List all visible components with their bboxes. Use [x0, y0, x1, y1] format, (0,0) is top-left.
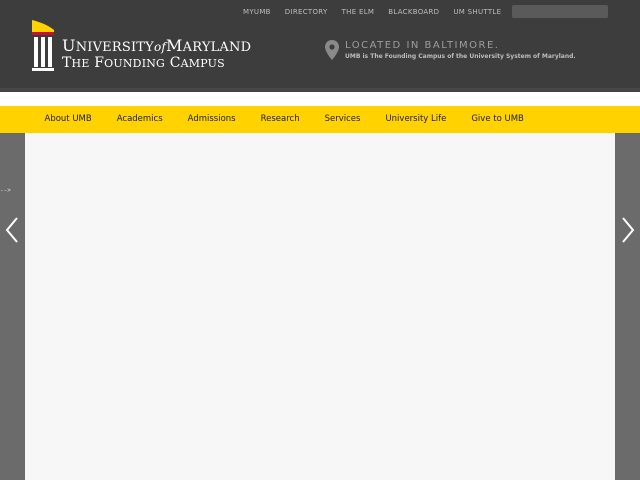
- search-input[interactable]: [512, 5, 608, 18]
- location-block: LOCATED IN BALTIMORE. UMB is The Foundin…: [325, 39, 625, 69]
- logo-tagline: THE FOUNDING CAMPUS: [62, 55, 225, 71]
- slider-next-button[interactable]: [618, 215, 638, 245]
- utility-link-myumb[interactable]: MYUMB: [236, 6, 278, 18]
- main-nav: About UMB Academics Admissions Research …: [0, 106, 640, 133]
- hero-slider: -->: [0, 133, 640, 480]
- nav-admissions[interactable]: Admissions: [175, 106, 248, 133]
- nav-give-to-umb[interactable]: Give to UMB: [459, 106, 537, 133]
- chevron-right-icon: [622, 217, 635, 243]
- slide-content-area: [25, 133, 615, 480]
- stray-comment-text: -->: [0, 187, 11, 194]
- umb-logo[interactable]: UNIVERSITYofMARYLAND THE FOUNDING CAMPUS: [30, 18, 270, 80]
- nav-research[interactable]: Research: [248, 106, 312, 133]
- location-title: LOCATED IN BALTIMORE.: [345, 40, 500, 51]
- map-pin-icon: [325, 40, 339, 60]
- utility-link-the-elm[interactable]: THE ELM: [335, 6, 382, 18]
- columns-emblem-icon: [32, 20, 54, 71]
- utility-link-um-shuttle[interactable]: UM SHUTTLE: [446, 6, 508, 18]
- slider-prev-button[interactable]: [2, 215, 22, 245]
- nav-services[interactable]: Services: [312, 106, 373, 133]
- nav-academics[interactable]: Academics: [104, 106, 175, 133]
- utility-nav: MYUMB DIRECTORY THE ELM BLACKBOARD UM SH…: [236, 6, 508, 18]
- logo-university-name: UNIVERSITYofMARYLAND: [62, 36, 252, 55]
- nav-about-umb[interactable]: About UMB: [32, 106, 104, 133]
- header-divider: [0, 92, 640, 106]
- chevron-left-icon: [5, 217, 18, 243]
- nav-university-life[interactable]: University Life: [373, 106, 459, 133]
- utility-link-directory[interactable]: DIRECTORY: [278, 6, 335, 18]
- utility-link-blackboard[interactable]: BLACKBOARD: [381, 6, 446, 18]
- site-header: MYUMB DIRECTORY THE ELM BLACKBOARD UM SH…: [0, 0, 640, 92]
- location-subtitle: UMB is The Founding Campus of the Univer…: [345, 53, 576, 60]
